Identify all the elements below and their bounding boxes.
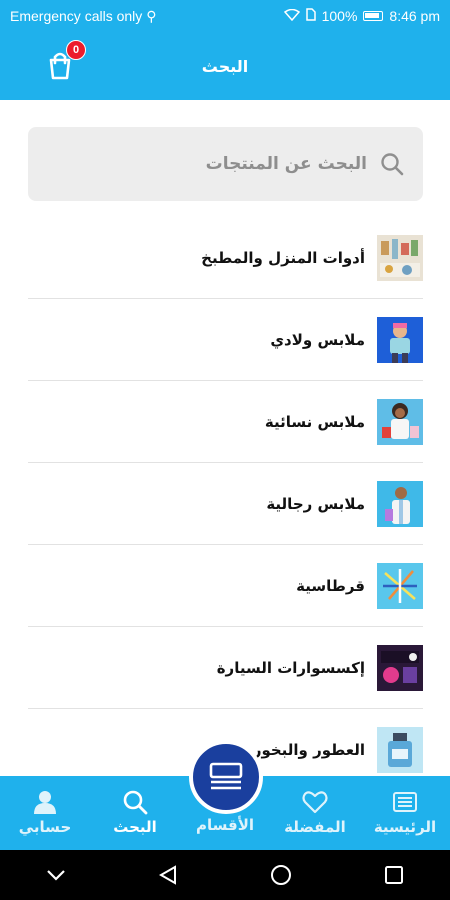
app-bar: 0 البحث — [0, 32, 450, 100]
search-input[interactable] — [67, 154, 367, 174]
list-item[interactable]: أدوات المنزل والمطبخ — [28, 217, 423, 299]
nav-account[interactable]: حسابي — [0, 782, 90, 846]
category-label: قرطاسية — [296, 576, 365, 595]
wifi-icon — [283, 8, 300, 24]
car-accessories-image — [377, 644, 423, 691]
sections-fab-button[interactable] — [189, 740, 263, 814]
list-item[interactable]: ملابس نسائية — [28, 381, 423, 463]
nav-account-label: حسابي — [18, 818, 72, 836]
search-icon — [123, 790, 148, 815]
clock-time: 8:46 pm — [389, 8, 440, 24]
nav-home[interactable]: الرئيسية — [360, 782, 450, 846]
search-bar[interactable] — [28, 127, 423, 201]
page-title: البحث — [201, 56, 249, 76]
category-label: ملابس ولادي — [270, 330, 365, 349]
status-right: 100% 8:46 pm — [283, 8, 440, 24]
heart-icon — [302, 791, 328, 814]
nav-home-label: الرئيسية — [373, 818, 437, 836]
search-icon — [381, 153, 404, 176]
nav-sections-label[interactable]: الأقسام — [175, 816, 275, 834]
home-icon[interactable] — [269, 863, 293, 887]
list-item[interactable]: إكسسوارات السيارة — [28, 627, 423, 709]
boys-clothes-image — [377, 316, 423, 363]
category-list: أدوات المنزل والمطبخ ملابس ولادي ملابس ن… — [28, 217, 423, 791]
back-icon[interactable] — [157, 864, 179, 886]
stationery-image — [377, 562, 423, 609]
nav-favorites[interactable]: المفضلة — [270, 782, 360, 846]
nav-search-label: البحث — [113, 818, 157, 836]
perfume-image — [377, 727, 423, 773]
category-label: أدوات المنزل والمطبخ — [201, 248, 365, 267]
list-item[interactable]: ملابس ولادي — [28, 299, 423, 381]
list-item[interactable]: ملابس رجالية — [28, 463, 423, 545]
cart-count-badge: 0 — [66, 40, 86, 60]
nav-favorites-label: المفضلة — [284, 818, 346, 836]
category-label: العطور والبخور — [252, 741, 365, 759]
category-label: إكسسوارات السيارة — [216, 658, 365, 677]
list-item[interactable]: قرطاسية — [28, 545, 423, 627]
sections-icon — [209, 762, 243, 790]
system-nav-bar — [0, 850, 450, 900]
sim-icon — [305, 8, 316, 24]
mens-clothes-image — [377, 480, 423, 527]
womens-clothes-image — [377, 398, 423, 445]
carrier-text: Emergency calls only — [10, 8, 143, 24]
category-label: ملابس رجالية — [266, 494, 365, 513]
battery-percent: 100% — [321, 8, 358, 24]
usb-icon: ⚲ — [146, 7, 157, 24]
status-bar: Emergency calls only ⚲ 100% 8:46 pm — [0, 0, 450, 32]
recents-icon[interactable] — [383, 864, 405, 886]
category-label: ملابس نسائية — [264, 412, 365, 431]
chevron-down-icon[interactable] — [45, 868, 67, 882]
list-icon — [393, 792, 417, 812]
user-icon — [34, 791, 56, 814]
kitchen-tools-image — [377, 234, 423, 281]
nav-search[interactable]: البحث — [90, 782, 180, 846]
status-left: Emergency calls only ⚲ — [10, 8, 157, 25]
battery-icon — [363, 11, 384, 21]
